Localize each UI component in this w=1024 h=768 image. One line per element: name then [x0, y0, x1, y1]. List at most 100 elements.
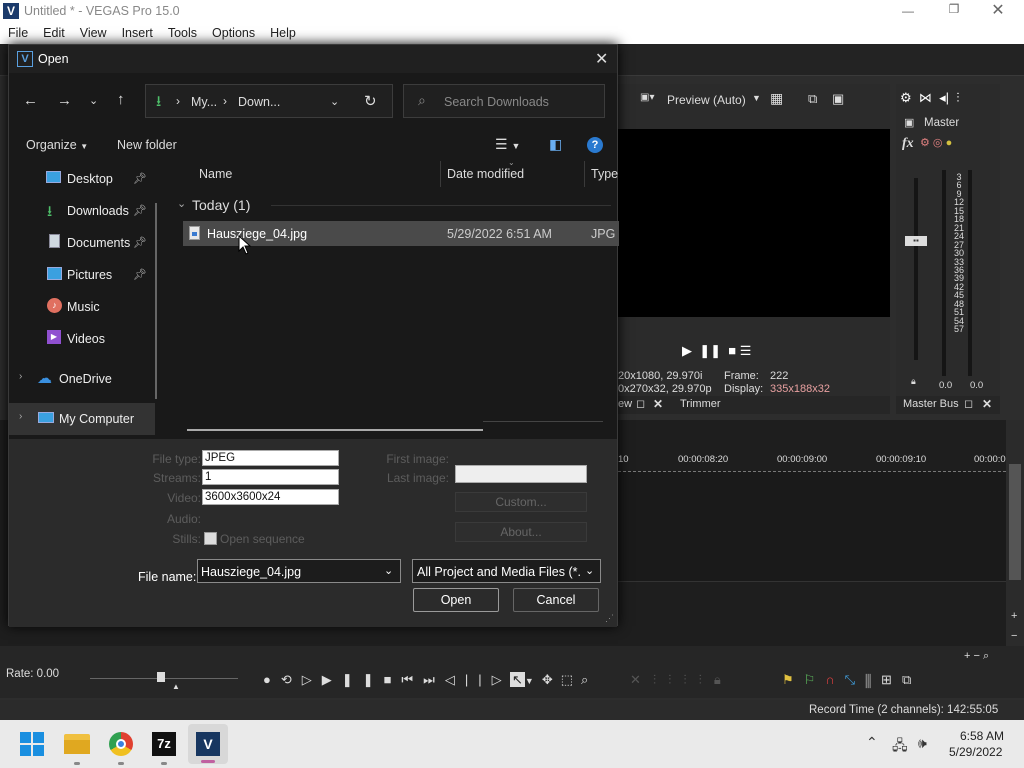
loop-icon[interactable]: ⟲: [281, 672, 302, 687]
selection-tool-icon[interactable]: ⬚: [561, 672, 581, 687]
fx-icon[interactable]: fx: [902, 136, 914, 152]
master-checkbox-icon[interactable]: ▣: [904, 116, 914, 129]
nav-desktop[interactable]: Desktop 📌︎: [9, 163, 161, 195]
go-to-end-icon[interactable]: ⏭: [423, 672, 445, 687]
custom-button[interactable]: Custom...: [455, 492, 587, 512]
tab-close-icon[interactable]: ✕: [982, 397, 992, 411]
search-box[interactable]: ⌕ Search Downloads: [403, 84, 605, 118]
file-name-input[interactable]: Hausziege_04.jpg ⌄: [197, 559, 401, 583]
menu-view[interactable]: View: [80, 26, 107, 40]
group-header-today[interactable]: ⌄ Today (1): [173, 195, 613, 217]
maximize-button[interactable]: ❐: [944, 2, 964, 18]
address-dropdown-chevron-icon[interactable]: ⌄: [330, 95, 339, 108]
crossfade-icon[interactable]: ⫼: [865, 672, 881, 687]
record-icon[interactable]: ●: [263, 672, 281, 687]
open-sequence-checkbox[interactable]: [204, 532, 217, 545]
menu-options[interactable]: Options: [212, 26, 255, 40]
fader-handle[interactable]: ▪▪: [905, 236, 927, 246]
nav-videos[interactable]: ▶ Videos: [9, 323, 161, 355]
auto-ripple-icon[interactable]: ⤡: [845, 672, 865, 687]
chevron-down-icon[interactable]: ⌄: [585, 564, 594, 577]
menu-edit[interactable]: Edit: [43, 26, 65, 40]
7zip-icon[interactable]: 7z: [152, 732, 176, 756]
menu-help[interactable]: Help: [270, 26, 296, 40]
timeline-vscrollbar[interactable]: + −: [1006, 420, 1024, 648]
tab-float-icon[interactable]: ◻: [636, 397, 645, 410]
zoom-out-icon[interactable]: −: [974, 650, 980, 662]
go-to-start-icon[interactable]: ⏮: [401, 672, 423, 687]
view-options-icon[interactable]: ☰ ▼: [495, 136, 520, 153]
play-from-start-icon[interactable]: ▷: [302, 672, 322, 687]
envelope-tool-icon[interactable]: ✥: [542, 672, 561, 687]
nav-downloads[interactable]: ⭳ Downloads 📌︎: [9, 195, 161, 227]
refresh-icon[interactable]: ↻: [364, 92, 377, 110]
trimmer-tab[interactable]: Trimmer: [680, 398, 721, 410]
copy-frame-icon[interactable]: ⧉: [808, 91, 817, 107]
breadcrumb-my-computer[interactable]: My...: [191, 95, 217, 109]
file-list-hscrollbar[interactable]: [187, 429, 483, 431]
nav-pane-scrollbar[interactable]: [155, 203, 157, 399]
up-arrow-icon[interactable]: ↑: [117, 91, 125, 108]
help-icon[interactable]: ?: [587, 137, 603, 153]
region-icon[interactable]: ⚐: [804, 672, 826, 687]
network-icon[interactable]: 🖧︎: [892, 735, 908, 759]
track-area[interactable]: [618, 472, 1006, 582]
play-icon[interactable]: ▶: [322, 672, 342, 687]
lock-icon[interactable]: 🔒︎: [911, 376, 916, 387]
minimize-button[interactable]: —: [898, 4, 918, 18]
nav-documents[interactable]: Documents 📌︎: [9, 227, 161, 259]
organize-button[interactable]: Organize ▼: [26, 138, 88, 152]
zoom-tool-icon[interactable]: ⌕: [581, 672, 596, 687]
prev-frame-icon[interactable]: ◁|: [445, 672, 478, 687]
chevron-up-icon[interactable]: ⌃: [866, 734, 878, 751]
pin-icon[interactable]: 📌︎: [133, 268, 147, 281]
zoom-icon[interactable]: ⌕: [983, 650, 989, 662]
preview-pane-icon[interactable]: ◧: [549, 136, 562, 153]
expand-chevron-icon[interactable]: ›: [19, 411, 22, 422]
grid-icon[interactable]: ▦: [770, 90, 783, 107]
column-name[interactable]: Name: [199, 167, 232, 181]
tab-close-icon[interactable]: ✕: [653, 397, 663, 411]
pause-icon[interactable]: ❚❚: [699, 343, 721, 358]
forward-arrow-icon[interactable]: →: [57, 92, 72, 109]
chevron-down-icon[interactable]: ⌄: [384, 564, 393, 577]
nav-pictures[interactable]: Pictures 📌︎: [9, 259, 161, 291]
master-fader[interactable]: [914, 178, 918, 360]
pause-icon[interactable]: ❚❚: [342, 672, 384, 687]
pin-icon[interactable]: 📌︎: [133, 172, 147, 185]
vegas-taskbar-button[interactable]: V: [188, 724, 228, 764]
video-preview-tab[interactable]: ew: [618, 398, 632, 410]
marker-icon[interactable]: ⚑: [782, 672, 804, 687]
fx-chain-icons[interactable]: ⚙ ◎ ●: [920, 136, 952, 149]
next-frame-icon[interactable]: |▷: [478, 672, 511, 687]
nav-music[interactable]: ♪ Music: [9, 291, 161, 323]
about-button[interactable]: About...: [455, 522, 587, 542]
close-app-button[interactable]: ✕: [988, 0, 1008, 20]
tab-float-icon[interactable]: ◻: [964, 397, 973, 410]
dialog-close-button[interactable]: ✕: [595, 49, 608, 69]
menu-tools[interactable]: Tools: [168, 26, 197, 40]
clock-time[interactable]: 6:58 AM: [960, 729, 1004, 743]
mixer-options-icon[interactable]: ⫶: [956, 90, 959, 105]
expand-chevron-icon[interactable]: ›: [19, 371, 22, 382]
volume-icon[interactable]: 🕪︎: [918, 735, 927, 752]
file-explorer-icon[interactable]: [64, 734, 90, 754]
search-input[interactable]: Search Downloads: [444, 95, 549, 109]
chrome-icon[interactable]: [109, 732, 133, 756]
mixer-settings-icon[interactable]: ⚙: [900, 90, 912, 105]
menu-insert[interactable]: Insert: [122, 26, 153, 40]
preview-settings-icon[interactable]: ▣▾: [640, 92, 654, 103]
back-arrow-icon[interactable]: ←: [23, 92, 38, 109]
menu-file[interactable]: File: [8, 26, 28, 40]
cancel-button[interactable]: Cancel: [513, 588, 599, 612]
stop-icon[interactable]: ■: [728, 343, 736, 358]
new-folder-button[interactable]: New folder: [117, 138, 177, 152]
normal-edit-tool-icon[interactable]: ↖: [510, 672, 525, 687]
menu-icon[interactable]: ☰: [740, 343, 752, 358]
tool-dropdown-icon[interactable]: ▼: [525, 676, 542, 686]
file-type-filter-select[interactable]: All Project and Media Files (*.ve ⌄: [412, 559, 601, 583]
stop-icon[interactable]: ■: [384, 672, 402, 687]
collapse-chevron-icon[interactable]: ⌄: [177, 197, 186, 210]
auto-crossfade-icon[interactable]: ⧉: [902, 672, 921, 687]
zoom-in-icon[interactable]: +: [964, 650, 970, 662]
